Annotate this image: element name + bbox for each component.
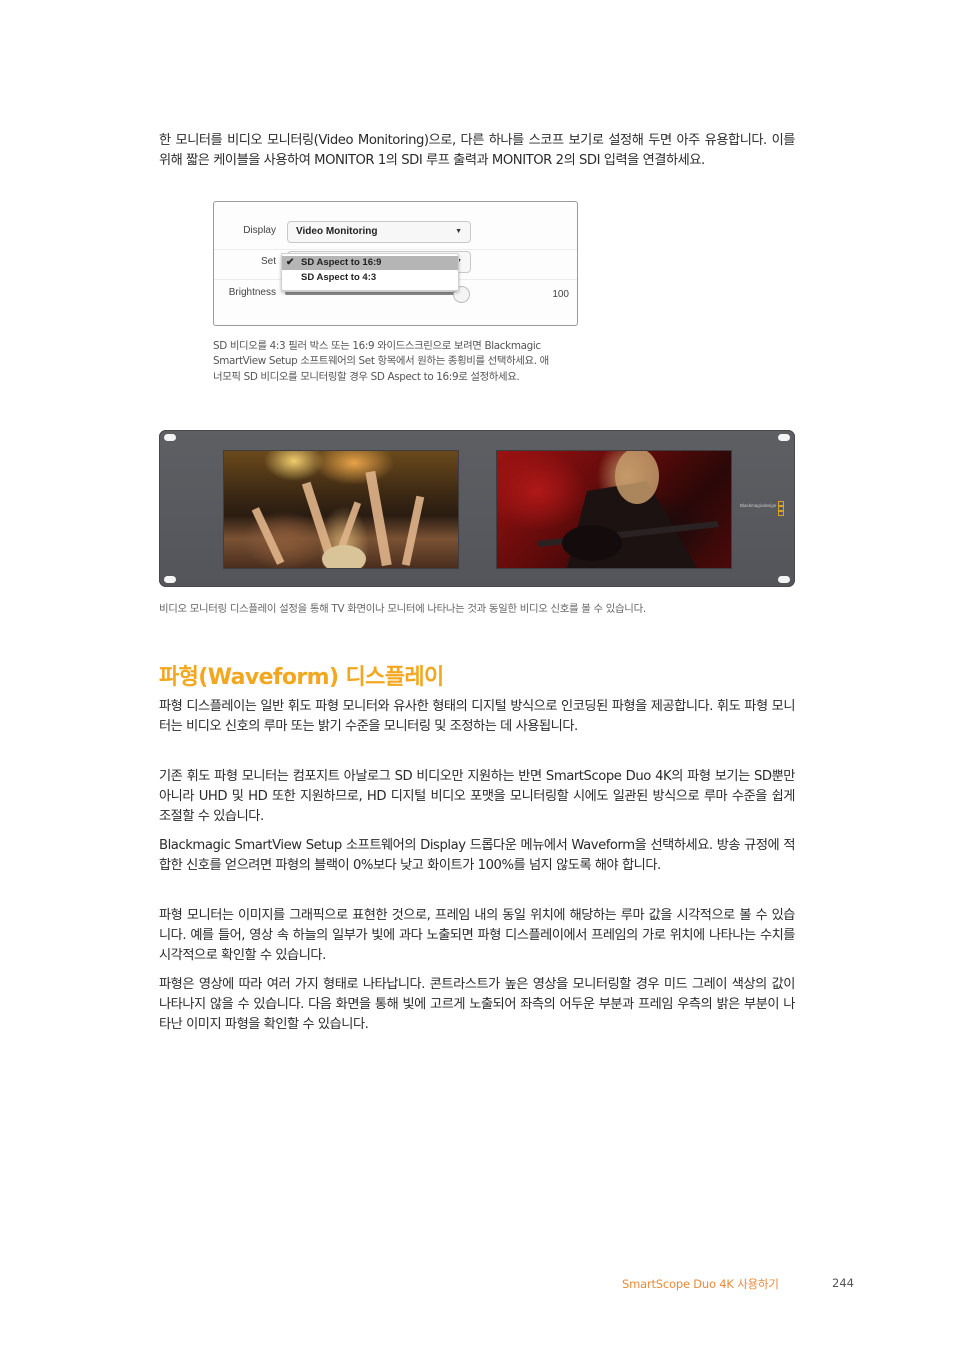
guitarist-illustration [537, 451, 719, 568]
brightness-label: Brightness [228, 287, 276, 298]
rack-hole [778, 576, 790, 583]
section-heading: 파형(Waveform) 디스플레이 [159, 665, 444, 690]
crowd-hands-illustration [251, 470, 425, 568]
rack-hole [778, 434, 790, 441]
divider [214, 249, 577, 250]
device-caption: 비디오 모니터링 디스플레이 설정을 통해 TV 화면이나 모니터에 나타나는 … [159, 603, 646, 615]
paragraph: 기존 휘도 파형 모니터는 컴포지트 아날로그 SD 비디오만 지원하는 반면 … [159, 769, 795, 824]
set-dropdown-menu: ✔ SD Aspect to 16:9 SD Aspect to 4:3 [281, 253, 459, 291]
option-label: SD Aspect to 4:3 [301, 272, 377, 283]
blackmagic-logo: Blackmagicdesign [740, 503, 777, 508]
chevron-down-icon: ▼ [455, 228, 462, 235]
display-select[interactable]: Video Monitoring ▼ [287, 221, 471, 243]
rack-hole [164, 576, 176, 583]
rack-hole [164, 434, 176, 441]
settings-caption: SD 비디오를 4:3 필러 박스 또는 16:9 와이드스크린으로 보려면 B… [213, 340, 549, 383]
page-number: 244 [832, 1276, 854, 1290]
option-label: SD Aspect to 16:9 [301, 257, 382, 268]
paragraph: Blackmagic SmartView Setup 소프트웨어의 Displa… [159, 838, 795, 873]
right-screen-guitarist-image [496, 450, 732, 569]
intro-paragraph: 한 모니터를 비디오 모니터링(Video Monitoring)으로, 다른 … [159, 133, 795, 168]
blackmagic-logo-icon [778, 501, 784, 516]
display-select-value: Video Monitoring [296, 226, 378, 237]
paragraph: 파형 디스플레이는 일반 휘도 파형 모니터와 유사한 형태의 디지털 방식으로… [159, 699, 795, 734]
paragraph: 파형 모니터는 이미지를 그래픽으로 표현한 것으로, 프레임 내의 동일 위치… [159, 908, 795, 963]
left-screen-concert-image [223, 450, 459, 569]
set-option-4-3[interactable]: SD Aspect to 4:3 [282, 271, 458, 285]
paragraph: 파형은 영상에 따라 여러 가지 형태로 나타납니다. 콘트라스트가 높은 영상… [159, 977, 795, 1032]
check-icon: ✔ [286, 257, 295, 268]
set-option-16-9[interactable]: ✔ SD Aspect to 16:9 [282, 256, 458, 270]
display-label: Display [243, 225, 276, 236]
brightness-slider-track[interactable] [285, 292, 461, 295]
brightness-value: 100 [552, 289, 569, 300]
set-label: Set [260, 256, 276, 267]
footer-title: SmartScope Duo 4K 사용하기 [622, 1277, 779, 1291]
smartscope-device-image: Blackmagicdesign [159, 430, 795, 587]
